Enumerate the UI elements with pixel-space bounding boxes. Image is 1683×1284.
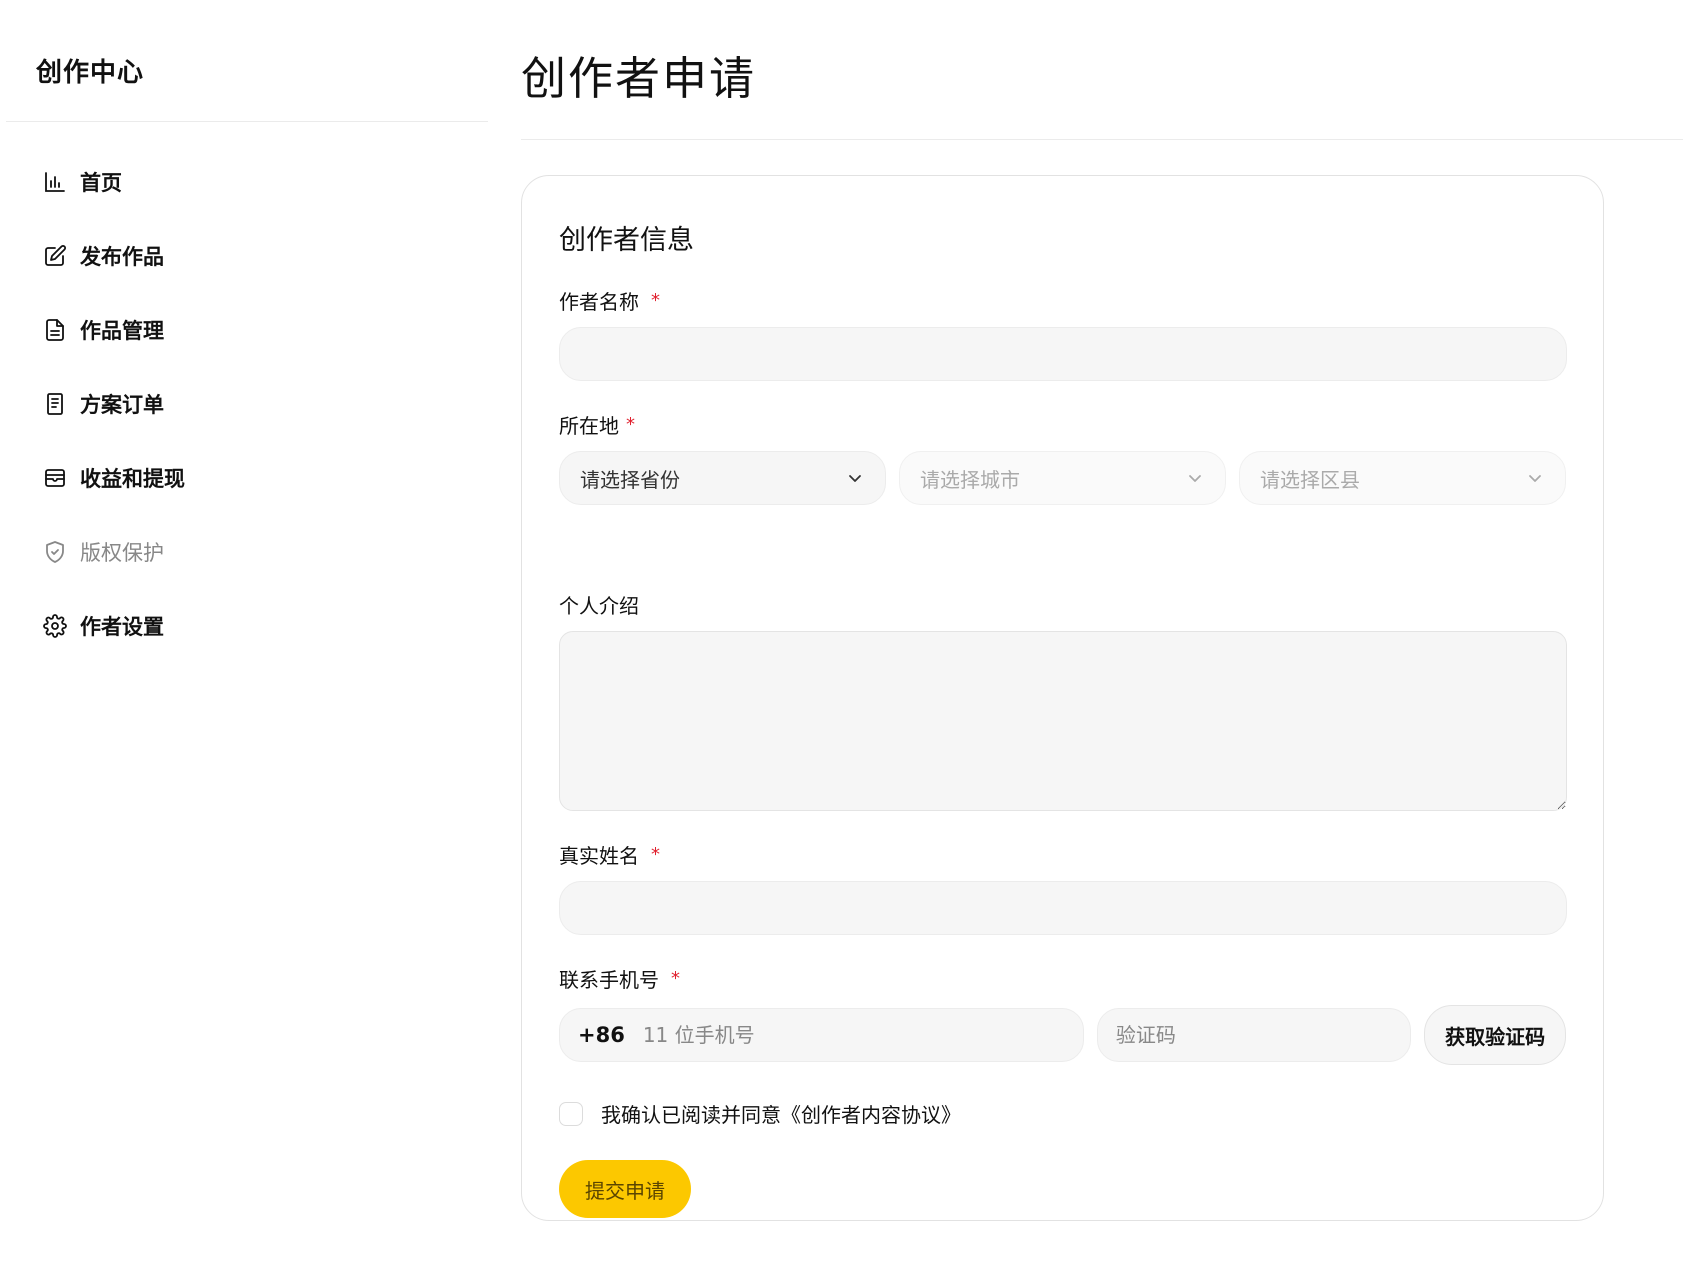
sidebar-item-label: 版权保护 xyxy=(80,541,164,565)
province-select[interactable]: 请选择省份 xyxy=(559,451,886,505)
wallet-icon xyxy=(43,466,67,490)
sidebar-item-earnings[interactable]: 收益和提现 xyxy=(6,441,488,515)
bar-chart-icon xyxy=(43,170,67,194)
district-select-placeholder: 请选择区县 xyxy=(1260,467,1360,492)
author-name-input[interactable] xyxy=(559,327,1567,381)
province-select-placeholder: 请选择省份 xyxy=(580,467,680,492)
creator-form-card: 创作者信息 作者名称 * 所在地 * 请选择省份 请选择城市 请选择区县 个人介… xyxy=(521,175,1604,1221)
sidebar-item-label: 作品管理 xyxy=(80,319,164,343)
main-content: 创作者申请 创作者信息 作者名称 * 所在地 * 请选择省份 请选择城市 请选择… xyxy=(521,0,1683,1221)
receipt-icon xyxy=(43,392,67,416)
chevron-down-icon xyxy=(1189,475,1201,482)
get-code-button[interactable]: 获取验证码 xyxy=(1424,1005,1567,1065)
author-name-label-text: 作者名称 xyxy=(559,289,639,314)
app-root: 创作中心 首页 发布作品 作品管理 方案订单 收益和提现 版权保护 作者设置 创… xyxy=(0,0,1683,1284)
sidebar-brand: 创作中心 xyxy=(6,0,488,122)
bio-textarea[interactable] xyxy=(559,631,1567,811)
required-mark: * xyxy=(651,843,660,865)
gear-icon xyxy=(43,614,67,638)
location-label: 所在地 * xyxy=(559,409,1566,439)
sidebar-item-home[interactable]: 首页 xyxy=(6,145,488,219)
city-select-placeholder: 请选择城市 xyxy=(920,467,1020,492)
bio-label: 个人介绍 xyxy=(559,589,1566,619)
agreement-text[interactable]: 我确认已阅读并同意《创作者内容协议》 xyxy=(601,1099,961,1128)
sidebar-item-settings[interactable]: 作者设置 xyxy=(6,589,488,663)
sidebar: 创作中心 首页 发布作品 作品管理 方案订单 收益和提现 版权保护 作者设置 xyxy=(6,0,488,1284)
phone-row: +86 获取验证码 xyxy=(559,1005,1567,1065)
phone-label-text: 联系手机号 xyxy=(559,967,659,992)
document-icon xyxy=(43,318,67,342)
sidebar-item-publish[interactable]: 发布作品 xyxy=(6,219,488,293)
sidebar-nav: 首页 发布作品 作品管理 方案订单 收益和提现 版权保护 作者设置 xyxy=(6,122,488,663)
location-label-text: 所在地 xyxy=(559,413,619,438)
sidebar-item-label: 方案订单 xyxy=(80,393,164,417)
section-title: 创作者信息 xyxy=(559,225,694,256)
district-select[interactable]: 请选择区县 xyxy=(1239,451,1566,505)
verification-code-input[interactable] xyxy=(1096,1008,1412,1062)
submit-button[interactable]: 提交申请 xyxy=(559,1160,691,1218)
location-selects: 请选择省份 请选择城市 请选择区县 xyxy=(559,451,1566,505)
required-mark: * xyxy=(651,289,660,311)
chevron-down-icon xyxy=(1529,475,1541,482)
required-mark: * xyxy=(671,967,680,989)
real-name-label-text: 真实姓名 xyxy=(559,843,639,868)
agreement-checkbox[interactable] xyxy=(559,1101,583,1126)
sidebar-item-works[interactable]: 作品管理 xyxy=(6,293,488,367)
author-name-label: 作者名称 * xyxy=(559,285,1566,315)
agreement-row: 我确认已阅读并同意《创作者内容协议》 xyxy=(559,1099,1566,1128)
page-title: 创作者申请 xyxy=(521,0,1683,140)
phone-input[interactable] xyxy=(642,1009,1083,1061)
real-name-input[interactable] xyxy=(559,881,1567,935)
phone-label: 联系手机号 * xyxy=(559,963,1566,993)
shield-check-icon xyxy=(43,540,67,564)
sidebar-item-orders[interactable]: 方案订单 xyxy=(6,367,488,441)
real-name-label: 真实姓名 * xyxy=(559,839,1566,869)
sidebar-item-copyright[interactable]: 版权保护 xyxy=(6,515,488,589)
city-select[interactable]: 请选择城市 xyxy=(899,451,1226,505)
sidebar-item-label: 发布作品 xyxy=(80,245,164,269)
required-mark: * xyxy=(626,413,635,435)
chevron-down-icon xyxy=(849,475,861,482)
country-code-prefix: +86 xyxy=(578,1023,625,1047)
sidebar-item-label: 收益和提现 xyxy=(80,467,185,491)
edit-icon xyxy=(43,244,67,268)
sidebar-item-label: 首页 xyxy=(80,171,122,195)
bio-label-text: 个人介绍 xyxy=(559,593,639,618)
sidebar-item-label: 作者设置 xyxy=(80,615,164,639)
phone-field: +86 xyxy=(559,1008,1084,1062)
